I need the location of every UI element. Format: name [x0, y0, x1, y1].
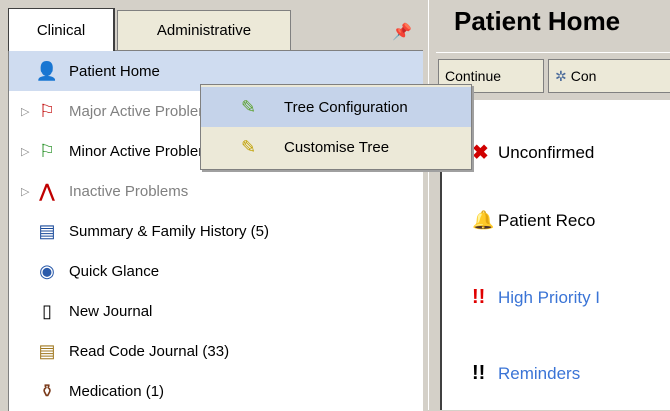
major-problems-icon: ⚐: [38, 100, 56, 121]
tab-clinical[interactable]: Clinical: [8, 8, 115, 51]
menu-item-customise-tree[interactable]: ✎ Customise Tree: [201, 127, 471, 167]
tree-item-label: Inactive Problems: [69, 182, 189, 200]
expand-arrow-icon[interactable]: ▷: [21, 145, 29, 158]
reminders-link[interactable]: Reminders: [498, 364, 580, 384]
pin-icon[interactable]: 📌: [392, 22, 412, 42]
unconfirmed-label: Unconfirmed: [498, 142, 595, 162]
unconfirmed-icon: ✖: [472, 142, 489, 164]
tree-item-medication[interactable]: ⚱ Medication (1): [9, 371, 423, 411]
tree-item-label: Minor Active Problems: [69, 142, 219, 160]
context-menu: ✎ Tree Configuration ✎ Customise Tree: [200, 84, 472, 170]
medication-icon: ⚱: [39, 380, 55, 401]
wand-icon: ✎: [241, 136, 257, 157]
gear-icon: ✲: [555, 67, 567, 84]
menu-item-label: Customise Tree: [284, 138, 390, 156]
home-content: ✖ Unconfirmed 🔔 Patient Reco !! High Pri…: [440, 100, 670, 410]
tab-administrative[interactable]: Administrative: [117, 10, 291, 50]
alarm-icon: 🔔: [472, 210, 495, 230]
continue-button-label: Continue: [445, 68, 502, 84]
read-code-journal-icon: ▤: [38, 340, 56, 361]
pencil-icon: ✎: [241, 96, 257, 117]
configure-button-label: Con: [570, 68, 597, 84]
minor-problems-icon: ⚐: [38, 140, 56, 161]
journal-icon: ▯: [42, 300, 52, 321]
tree-item-label: Medication (1): [69, 382, 165, 400]
high-priority-link[interactable]: High Priority I: [498, 288, 600, 308]
tree-item-label: New Journal: [69, 302, 153, 320]
unconfirmed-item[interactable]: ✖ Unconfirmed: [472, 140, 594, 165]
tree-item-label: Summary & Family History (5): [69, 222, 270, 240]
tree-item-label: Major Active Problems: [69, 102, 219, 120]
tree-item-summary-family-history[interactable]: ▤ Summary & Family History (5): [9, 211, 423, 251]
expand-arrow-icon[interactable]: ▷: [21, 105, 29, 118]
summary-icon: ▤: [38, 220, 56, 241]
tree-item-new-journal[interactable]: ▯ New Journal: [9, 291, 423, 331]
navigation-panel: Clinical Administrative 📌 👤 Patient Home…: [0, 0, 428, 411]
patient-record-item[interactable]: 🔔 Patient Reco: [472, 210, 595, 231]
tree-item-label: Read Code Journal (33): [69, 342, 230, 360]
tree-item-quick-glance[interactable]: ◉ Quick Glance: [9, 251, 423, 291]
reminders-item[interactable]: !! Reminders: [472, 362, 580, 385]
page-title: Patient Home: [454, 6, 621, 36]
reminders-icon: !!: [472, 362, 486, 384]
high-priority-item[interactable]: !! High Priority I: [472, 286, 600, 309]
eye-icon: ◉: [39, 260, 55, 281]
high-priority-icon: !!: [472, 286, 486, 308]
tree-item-read-code-journal[interactable]: ▤ Read Code Journal (33): [9, 331, 423, 371]
tree-item-inactive-problems[interactable]: ▷ ⋀ Inactive Problems: [9, 171, 423, 211]
configure-button[interactable]: ✲ Con: [548, 59, 670, 93]
inactive-problems-icon: ⋀: [39, 180, 55, 201]
patient-record-label: Patient Reco: [498, 210, 596, 230]
menu-item-label: Tree Configuration: [284, 98, 408, 116]
expand-arrow-icon[interactable]: ▷: [21, 185, 29, 198]
menu-item-tree-configuration[interactable]: ✎ Tree Configuration: [201, 87, 471, 127]
tree-item-label: Patient Home: [69, 62, 160, 80]
patient-home-icon: 👤: [35, 60, 59, 81]
tree-item-label: Quick Glance: [69, 262, 160, 280]
